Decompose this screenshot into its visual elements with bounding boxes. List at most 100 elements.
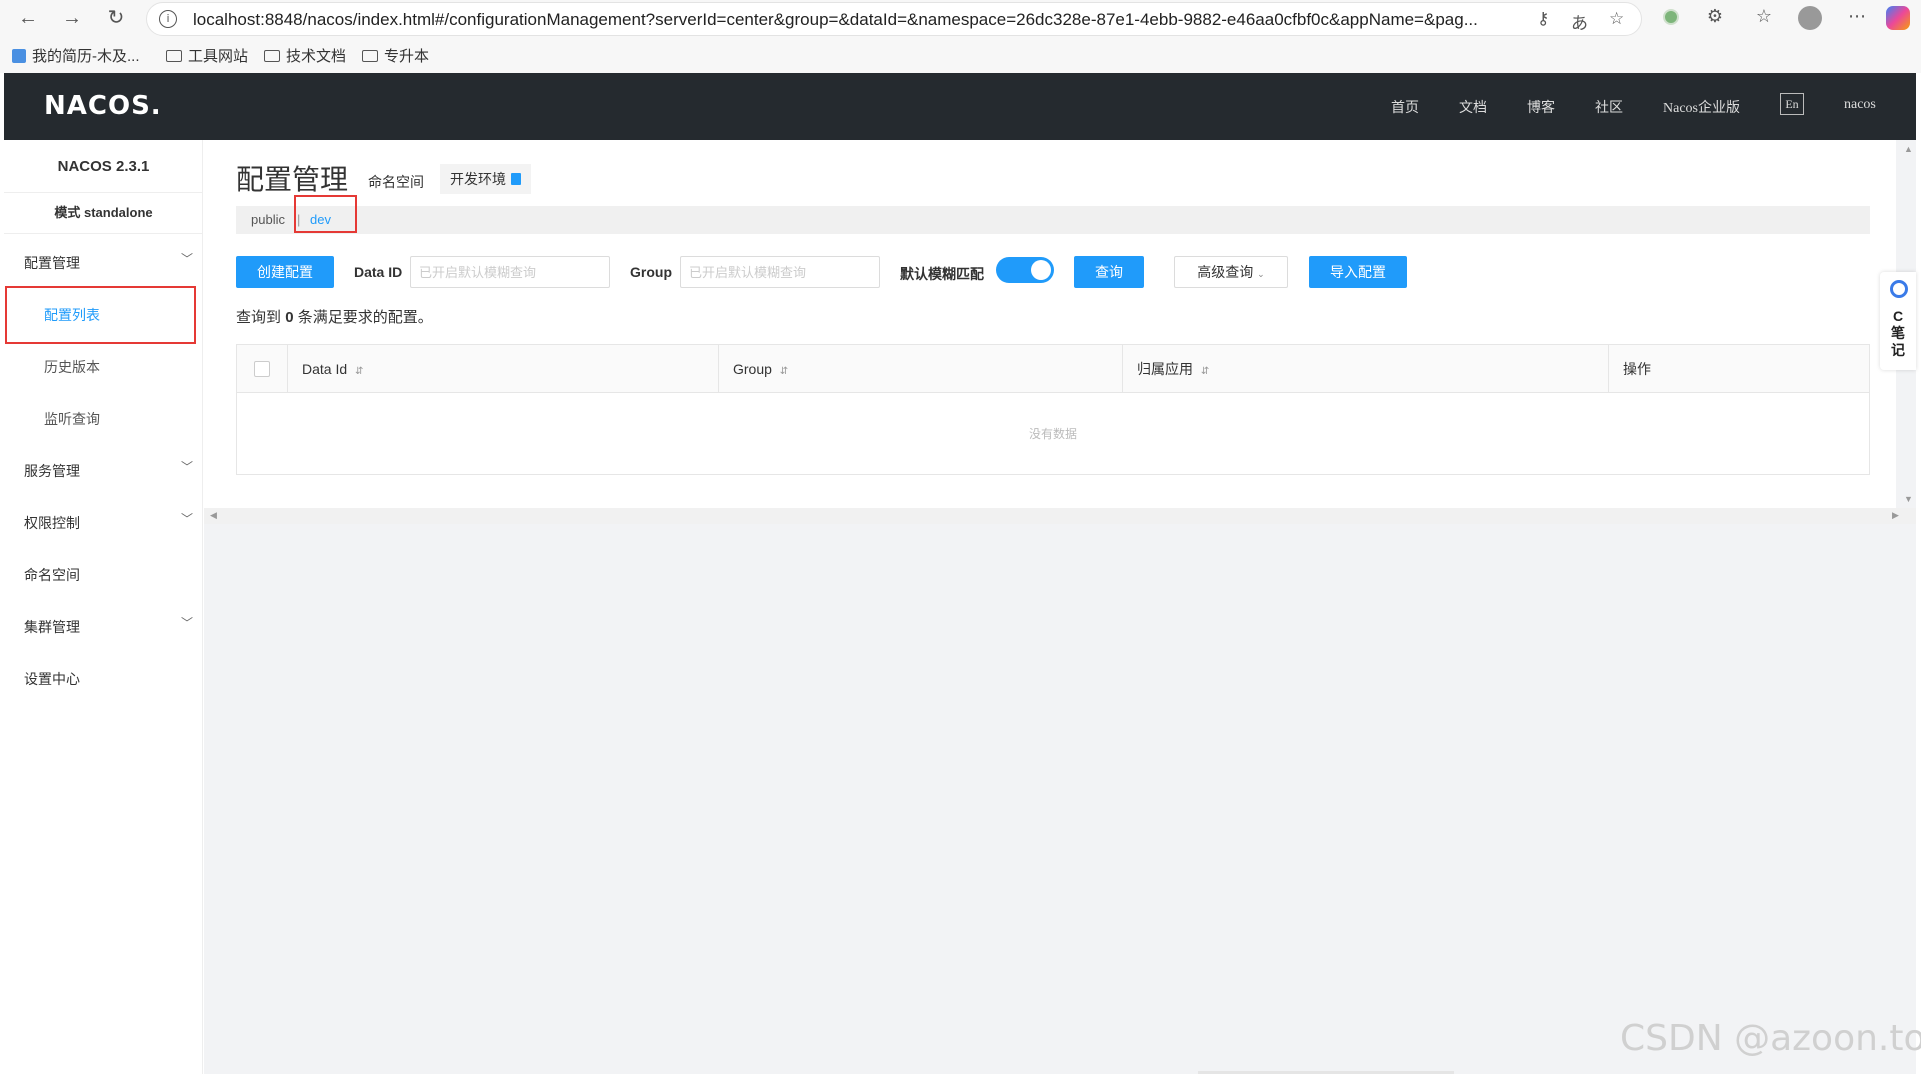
- nav-blog[interactable]: 博客: [1527, 97, 1555, 117]
- advanced-query-button[interactable]: 高级查询 ⌄: [1174, 256, 1288, 288]
- namespace-bar: public | dev: [236, 206, 1870, 234]
- extension-dot-icon[interactable]: [1663, 9, 1679, 25]
- address-bar[interactable]: i localhost:8848/nacos/index.html#/confi…: [146, 2, 1642, 36]
- select-all-checkbox[interactable]: [254, 361, 270, 377]
- watermark: CSDN @azoon.top: [1620, 1018, 1921, 1059]
- import-config-button[interactable]: 导入配置: [1309, 256, 1407, 288]
- key-icon[interactable]: ⚷: [1537, 9, 1549, 29]
- namespace-name: 开发环境: [450, 171, 506, 187]
- chevron-down-icon: ﹀: [180, 512, 193, 526]
- bookmark-resume[interactable]: 我的简历-木及...: [12, 45, 140, 66]
- config-panel: 配置管理 命名空间 开发环境 public | dev 创建配置 Data ID…: [204, 140, 1896, 508]
- menu-label: 命名空间: [24, 567, 80, 583]
- menu-label: 权限控制: [24, 515, 80, 531]
- menu-history[interactable]: 历史版本: [4, 346, 203, 386]
- nav-enterprise[interactable]: Nacos企业版: [1663, 97, 1740, 117]
- nacos-logo[interactable]: NACOS.: [44, 91, 162, 121]
- scroll-up-icon[interactable]: ▲: [1904, 144, 1913, 154]
- folder-icon: [362, 50, 378, 62]
- fuzzy-match-toggle[interactable]: [996, 257, 1054, 283]
- group-input[interactable]: [680, 256, 880, 288]
- folder-icon: [264, 50, 280, 62]
- copilot-icon[interactable]: [1886, 6, 1910, 30]
- language-switch[interactable]: En: [1780, 93, 1804, 115]
- user-name[interactable]: nacos: [1844, 97, 1876, 113]
- menu-listener[interactable]: 监听查询: [4, 398, 203, 438]
- dataid-input[interactable]: [410, 256, 610, 288]
- current-namespace-tag: 开发环境: [440, 164, 531, 194]
- column-label: Group: [733, 361, 772, 377]
- menu-label: 历史版本: [44, 359, 100, 375]
- nav-community[interactable]: 社区: [1595, 97, 1623, 117]
- nav-docs[interactable]: 文档: [1459, 97, 1487, 117]
- scroll-down-icon[interactable]: ▼: [1904, 494, 1913, 504]
- highlight-box: [294, 195, 357, 233]
- extensions-icon[interactable]: ⚙: [1703, 6, 1727, 27]
- column-dataid[interactable]: Data Id ⇵: [288, 345, 719, 393]
- menu-namespace[interactable]: 命名空间: [4, 554, 203, 594]
- table-header: Data Id ⇵ Group ⇵ 归属应用 ⇵ 操作: [237, 345, 1869, 393]
- column-actions: 操作: [1609, 345, 1871, 393]
- back-icon[interactable]: ←: [16, 6, 40, 30]
- column-group[interactable]: Group ⇵: [719, 345, 1123, 393]
- chevron-down-icon: ﹀: [180, 252, 193, 266]
- column-label: Data Id: [302, 361, 348, 377]
- sort-icon[interactable]: ⇵: [780, 366, 788, 377]
- select-all-cell: [237, 345, 288, 393]
- result-suffix: 条满足要求的配置。: [297, 309, 433, 326]
- menu-config-management[interactable]: 配置管理 ﹀: [4, 242, 203, 282]
- namespace-label: 命名空间: [368, 174, 424, 190]
- translate-icon[interactable]: あ: [1571, 9, 1588, 34]
- favicon-icon: [12, 49, 26, 63]
- scroll-left-icon[interactable]: ◀: [210, 510, 217, 521]
- menu-label: 集群管理: [24, 619, 80, 635]
- site-info-icon[interactable]: i: [159, 10, 177, 28]
- menu-label: 设置中心: [24, 671, 80, 687]
- advanced-query-label: 高级查询: [1197, 264, 1254, 280]
- column-app[interactable]: 归属应用 ⇵: [1123, 345, 1609, 393]
- app-header: NACOS. 首页 文档 博客 社区 Nacos企业版 En nacos: [4, 73, 1916, 140]
- favorites-icon[interactable]: ☆: [1752, 6, 1776, 27]
- sort-icon[interactable]: ⇵: [355, 366, 363, 377]
- query-button[interactable]: 查询: [1074, 256, 1144, 288]
- star-icon[interactable]: ☆: [1609, 9, 1624, 29]
- reload-icon[interactable]: ↻: [104, 6, 128, 30]
- scroll-right-icon[interactable]: ▶: [1892, 510, 1899, 521]
- page-title: 配置管理: [236, 164, 349, 195]
- config-table: Data Id ⇵ Group ⇵ 归属应用 ⇵ 操作 没有数据: [236, 344, 1870, 475]
- menu-label: 服务管理: [24, 463, 80, 479]
- namespace-public[interactable]: public: [251, 212, 285, 227]
- menu-label: 监听查询: [44, 411, 100, 427]
- version-label: NACOS 2.3.1: [57, 158, 150, 175]
- chevron-down-icon: ﹀: [180, 460, 193, 474]
- profile-avatar[interactable]: [1798, 6, 1822, 30]
- copy-icon[interactable]: [511, 173, 521, 185]
- menu-cluster[interactable]: 集群管理 ﹀: [4, 606, 203, 646]
- chevron-down-icon: ⌄: [1257, 269, 1265, 279]
- note-widget[interactable]: C笔记: [1880, 272, 1916, 370]
- mode-label: 模式 standalone: [4, 192, 203, 234]
- menu-service-management[interactable]: 服务管理 ﹀: [4, 450, 203, 490]
- menu-settings[interactable]: 设置中心: [4, 658, 203, 698]
- highlight-box: [5, 286, 196, 344]
- menu-auth[interactable]: 权限控制 ﹀: [4, 502, 203, 542]
- toggle-knob: [1031, 260, 1051, 280]
- sort-icon[interactable]: ⇵: [1201, 366, 1209, 377]
- nav-home[interactable]: 首页: [1391, 97, 1419, 117]
- result-count: 0: [285, 309, 294, 326]
- sidebar: NACOS 2.3.1 模式 standalone 配置管理 ﹀ 配置列表 历史…: [4, 140, 203, 1074]
- main-content: 配置管理 命名空间 开发环境 public | dev 创建配置 Data ID…: [204, 140, 1916, 1074]
- bookmark-docs[interactable]: 技术文档: [264, 45, 346, 66]
- forward-icon[interactable]: →: [60, 6, 84, 30]
- bookmark-tools[interactable]: 工具网站: [166, 45, 248, 66]
- group-label: Group: [630, 264, 672, 280]
- browser-chrome: ← → ↻ i localhost:8848/nacos/index.html#…: [0, 0, 1921, 73]
- bookmark-upgrade[interactable]: 专升本: [362, 45, 429, 66]
- create-config-button[interactable]: 创建配置: [236, 256, 334, 288]
- more-icon[interactable]: ⋯: [1845, 6, 1869, 27]
- note-widget-icon: [1890, 280, 1908, 298]
- menu-label: 配置管理: [24, 255, 80, 271]
- column-label: 归属应用: [1137, 361, 1193, 377]
- horizontal-scrollbar[interactable]: ◀ ▶: [204, 508, 1916, 524]
- chevron-down-icon: ﹀: [180, 616, 193, 630]
